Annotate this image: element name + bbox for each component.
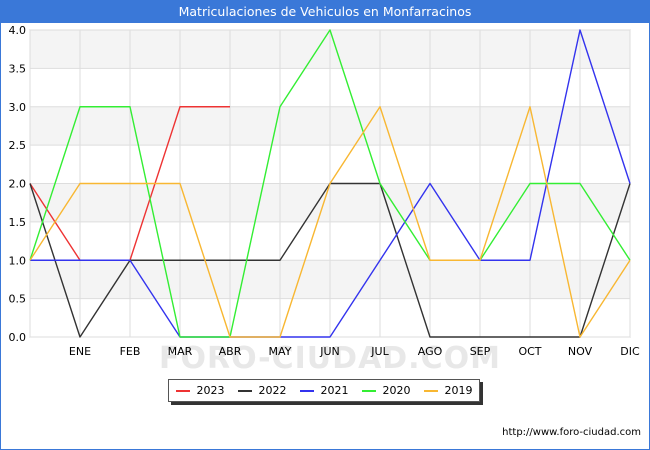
x-tick-label: DIC: [620, 345, 640, 358]
legend-swatch: [237, 389, 252, 392]
y-tick-label: 1.0: [9, 254, 27, 267]
y-tick-label: 4.0: [9, 24, 27, 37]
legend-swatch: [299, 389, 314, 392]
legend-label: 2022: [258, 384, 287, 397]
x-tick-label: JUL: [370, 345, 389, 358]
x-tick-label: NOV: [568, 345, 593, 358]
x-tick-label: FEB: [120, 345, 141, 358]
x-tick-label: SEP: [470, 345, 491, 358]
legend-item-2020: 2020: [361, 384, 411, 397]
legend-item-2022: 2022: [237, 384, 287, 397]
legend-item-2023: 2023: [175, 384, 225, 397]
x-tick-label: MAY: [269, 345, 292, 358]
x-tick-label: OCT: [518, 345, 541, 358]
legend-swatch: [423, 389, 438, 392]
x-tick-label: ABR: [219, 345, 242, 358]
legend-label: 2023: [196, 384, 225, 397]
y-tick-label: 2.5: [9, 139, 27, 152]
x-tick-label: JUN: [319, 345, 340, 358]
y-tick-label: 2.0: [9, 178, 27, 191]
y-tick-label: 3.5: [9, 62, 27, 75]
x-tick-label: MAR: [168, 345, 193, 358]
x-tick-label: ENE: [69, 345, 91, 358]
legend: 2023 2022 2021 2020 2019: [168, 379, 480, 402]
y-tick-label: 3.0: [9, 101, 27, 114]
legend-label: 2021: [320, 384, 349, 397]
legend-swatch: [175, 389, 190, 392]
legend-label: 2019: [444, 384, 473, 397]
y-tick-label: 0.0: [9, 331, 27, 344]
y-tick-label: 1.5: [9, 216, 27, 229]
y-tick-label: 0.5: [9, 293, 27, 306]
legend-label: 2020: [382, 384, 411, 397]
legend-item-2021: 2021: [299, 384, 349, 397]
source-url: http://www.foro-ciudad.com: [502, 427, 641, 438]
legend-swatch: [361, 389, 376, 392]
legend-item-2019: 2019: [423, 384, 473, 397]
x-tick-label: AGO: [418, 345, 443, 358]
